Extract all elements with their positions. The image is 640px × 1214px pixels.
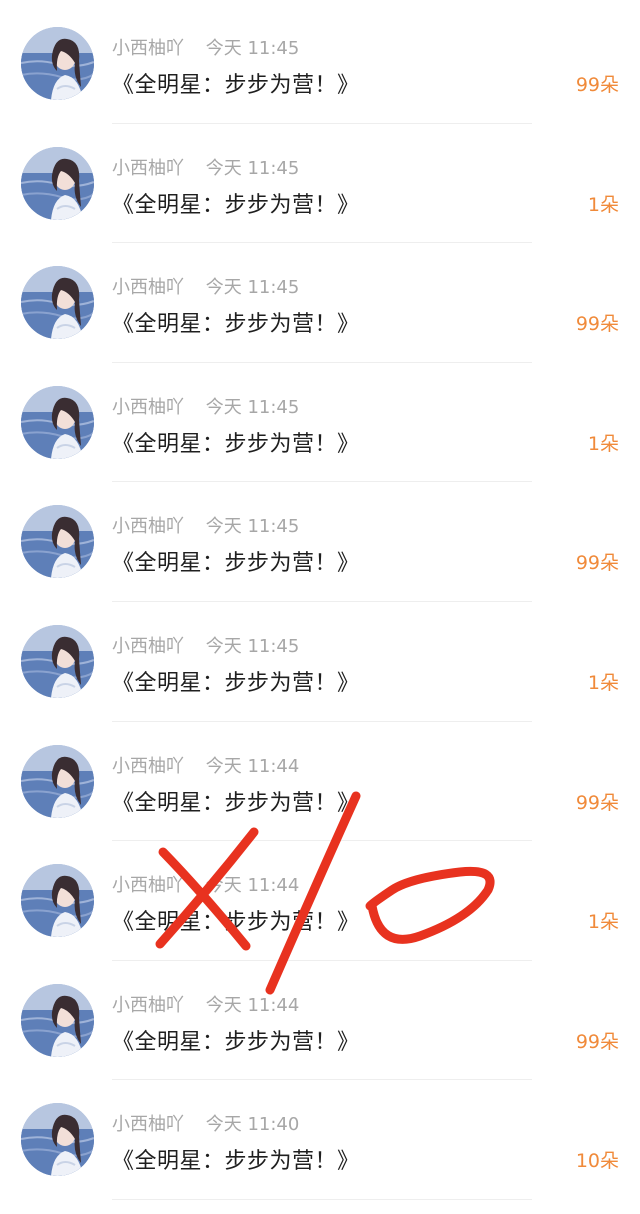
avatar-photo-icon xyxy=(21,27,94,100)
avatar-photo-icon xyxy=(21,1103,94,1177)
list-item[interactable]: 小西柚吖 今天 11:40 《全明星：步步为营！》 10朵 xyxy=(0,1080,640,1200)
message-title: 《全明星：步步为营！》 xyxy=(112,73,360,98)
message-meta: 小西柚吖 今天 11:44 xyxy=(112,752,299,778)
list-item[interactable]: 小西柚吖 今天 11:44 《全明星：步步为营！》 99朵 xyxy=(0,722,640,842)
message-title: 《全明星：步步为营！》 xyxy=(112,1029,360,1055)
list-item[interactable]: 小西柚吖 今天 11:44 《全明星：步步为营！》 99朵 xyxy=(0,961,640,1081)
avatar[interactable] xyxy=(21,266,94,340)
list-item[interactable]: 小西柚吖 今天 11:45 《全明星：步步为营！》 99朵 xyxy=(0,4,640,124)
avatar-photo-icon xyxy=(21,624,94,698)
gift-amount: 10朵 xyxy=(575,1150,619,1173)
gift-amount: 99朵 xyxy=(575,313,619,336)
sender-name: 小西柚吖 xyxy=(112,277,184,299)
list-item[interactable]: 小西柚吖 今天 11:45 《全明星：步步为营！》 1朵 xyxy=(0,124,640,244)
message-title: 《全明星：步步为营！》 xyxy=(112,910,360,936)
gift-amount: 99朵 xyxy=(575,552,619,575)
avatar-photo-icon xyxy=(21,505,94,579)
message-title: 《全明星：步步为营！》 xyxy=(112,312,360,338)
gift-message-list: 小西柚吖 今天 11:45 《全明星：步步为营！》 99朵 小西柚吖 今天 11… xyxy=(0,4,640,1200)
message-title: 《全明星：步步为营！》 xyxy=(112,670,360,696)
avatar[interactable] xyxy=(21,864,94,938)
message-time: 今天 11:40 xyxy=(205,1114,300,1136)
gift-amount: 99朵 xyxy=(575,1030,619,1053)
message-time: 今天 11:44 xyxy=(205,994,300,1016)
gift-amount: 1朵 xyxy=(587,671,619,694)
avatar[interactable] xyxy=(21,146,94,220)
message-title: 《全明星：步步为营！》 xyxy=(112,790,360,816)
avatar-photo-icon xyxy=(21,864,94,938)
message-meta: 小西柚吖 今天 11:45 xyxy=(112,512,299,538)
message-time: 今天 11:45 xyxy=(205,396,300,418)
sender-name: 小西柚吖 xyxy=(112,755,184,777)
row-divider xyxy=(112,1198,532,1200)
avatar[interactable] xyxy=(21,505,94,579)
avatar[interactable] xyxy=(21,624,94,698)
avatar[interactable] xyxy=(21,744,94,818)
message-time: 今天 11:45 xyxy=(205,516,300,538)
message-meta: 小西柚吖 今天 11:44 xyxy=(112,991,299,1017)
sender-name: 小西柚吖 xyxy=(112,875,184,897)
list-item[interactable]: 小西柚吖 今天 11:44 《全明星：步步为营！》 1朵 xyxy=(0,841,640,961)
avatar-photo-icon xyxy=(21,146,94,220)
avatar-photo-icon xyxy=(21,385,94,459)
avatar-photo-icon xyxy=(21,983,94,1057)
avatar[interactable] xyxy=(21,983,94,1057)
message-time: 今天 11:45 xyxy=(205,157,300,179)
sender-name: 小西柚吖 xyxy=(112,157,184,179)
message-time: 今天 11:44 xyxy=(205,755,300,777)
list-item[interactable]: 小西柚吖 今天 11:45 《全明星：步步为营！》 99朵 xyxy=(0,482,640,602)
message-meta: 小西柚吖 今天 11:45 xyxy=(112,393,299,419)
sender-name: 小西柚吖 xyxy=(112,994,184,1016)
avatar[interactable] xyxy=(21,27,94,100)
message-time: 今天 11:45 xyxy=(205,38,300,59)
sender-name: 小西柚吖 xyxy=(112,38,184,59)
gift-amount: 99朵 xyxy=(575,74,619,96)
message-meta: 小西柚吖 今天 11:44 xyxy=(112,871,299,897)
message-meta: 小西柚吖 今天 11:40 xyxy=(112,1110,299,1136)
sender-name: 小西柚吖 xyxy=(112,1114,184,1136)
sender-name: 小西柚吖 xyxy=(112,396,184,418)
message-meta: 小西柚吖 今天 11:45 xyxy=(112,273,299,299)
message-title: 《全明星：步步为营！》 xyxy=(112,1149,360,1175)
list-item[interactable]: 小西柚吖 今天 11:45 《全明星：步步为营！》 99朵 xyxy=(0,243,640,363)
message-time: 今天 11:44 xyxy=(205,875,300,897)
gift-amount: 99朵 xyxy=(575,791,619,814)
avatar[interactable] xyxy=(21,385,94,459)
list-item[interactable]: 小西柚吖 今天 11:45 《全明星：步步为营！》 1朵 xyxy=(0,602,640,722)
message-time: 今天 11:45 xyxy=(205,635,300,657)
gift-amount: 1朵 xyxy=(587,911,619,934)
message-title: 《全明星：步步为营！》 xyxy=(112,431,360,457)
avatar-photo-icon xyxy=(21,744,94,818)
message-title: 《全明星：步步为营！》 xyxy=(112,551,360,577)
list-item[interactable]: 小西柚吖 今天 11:45 《全明星：步步为营！》 1朵 xyxy=(0,363,640,483)
message-meta: 小西柚吖 今天 11:45 xyxy=(112,632,299,658)
message-meta: 小西柚吖 今天 11:45 xyxy=(112,34,299,60)
sender-name: 小西柚吖 xyxy=(112,516,184,538)
avatar-photo-icon xyxy=(21,266,94,340)
gift-amount: 1朵 xyxy=(587,193,619,216)
message-time: 今天 11:45 xyxy=(205,277,300,299)
avatar[interactable] xyxy=(21,1103,94,1177)
message-meta: 小西柚吖 今天 11:45 xyxy=(112,154,299,180)
gift-amount: 1朵 xyxy=(587,432,619,455)
message-title: 《全明星：步步为营！》 xyxy=(112,192,360,218)
sender-name: 小西柚吖 xyxy=(112,635,184,657)
